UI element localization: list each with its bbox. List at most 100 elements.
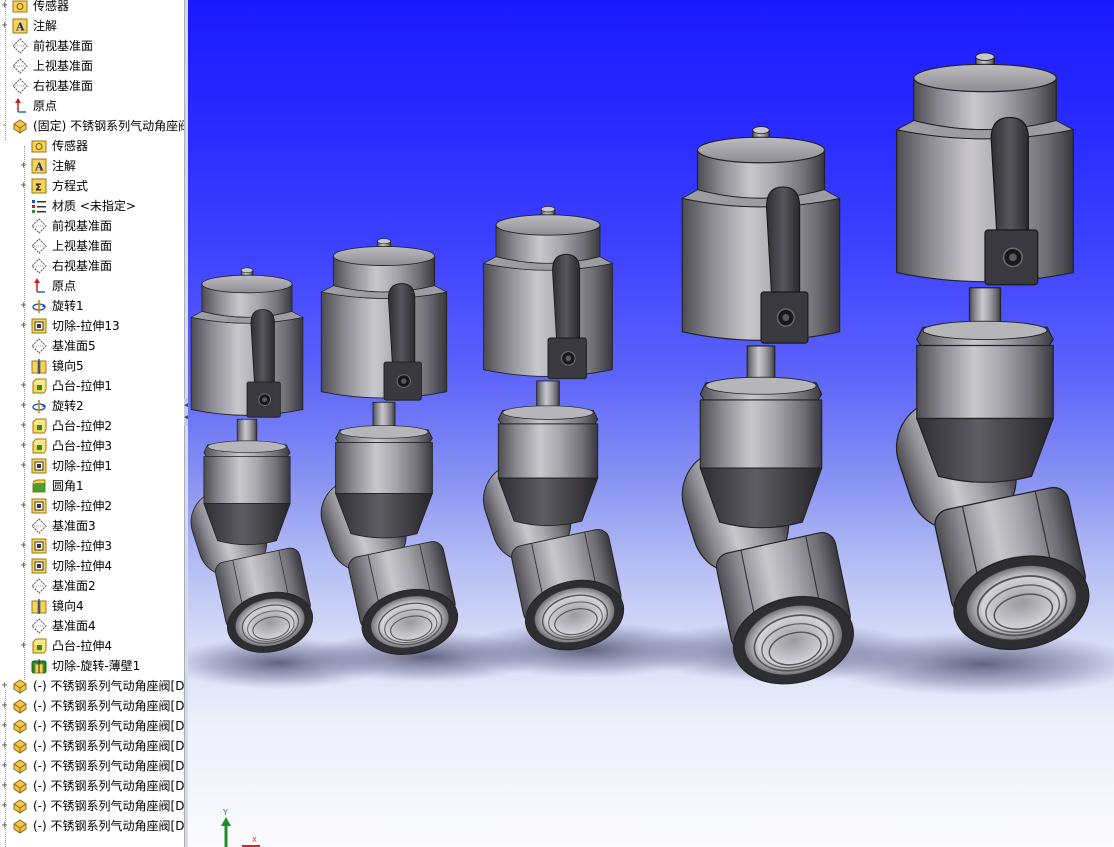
tree-item-label: 上视基准面	[33, 59, 94, 73]
graphics-viewport[interactable]	[188, 0, 1114, 847]
part-icon	[12, 718, 28, 734]
tree-item[interactable]: + A 注解	[0, 16, 184, 36]
plane-icon	[31, 618, 47, 634]
tree-item-label: 切除-拉伸13	[52, 319, 120, 333]
tree-item-label: 右视基准面	[33, 79, 94, 93]
tree-item[interactable]: 基准面3	[0, 516, 184, 536]
tree-item[interactable]: + (-) 不锈钢系列气动角座阀[D	[0, 696, 184, 716]
expand-toggle[interactable]: +	[19, 181, 28, 191]
tree-item[interactable]: 基准面4	[0, 616, 184, 636]
expand-toggle[interactable]: +	[19, 301, 28, 311]
tree-item[interactable]: + 切除-拉伸13	[0, 316, 184, 336]
tree-item[interactable]: 前视基准面	[0, 216, 184, 236]
expand-toggle[interactable]: +	[19, 441, 28, 451]
expand-toggle[interactable]: +	[19, 541, 28, 551]
tree-item[interactable]: + (-) 不锈钢系列气动角座阀[D	[0, 796, 184, 816]
tree-item-label: 切除-拉伸1	[52, 459, 112, 473]
tree-item[interactable]: 基准面5	[0, 336, 184, 356]
tree-item-label: 前视基准面	[33, 39, 94, 53]
tree-item[interactable]: + 切除-拉伸2	[0, 496, 184, 516]
expand-toggle[interactable]: +	[0, 801, 9, 811]
plane-icon	[31, 578, 47, 594]
tree-item-label: (-) 不锈钢系列气动角座阀[D	[33, 719, 184, 733]
tree-item[interactable]: 上视基准面	[0, 56, 184, 76]
expand-toggle[interactable]: +	[19, 401, 28, 411]
tree-item[interactable]: + 传感器	[0, 0, 184, 16]
tree-item[interactable]: + 旋转1	[0, 296, 184, 316]
tree-item[interactable]: 前视基准面	[0, 36, 184, 56]
tree-item-label: 右视基准面	[52, 259, 113, 273]
tree-item[interactable]: + 凸台-拉伸2	[0, 416, 184, 436]
tree-item[interactable]: 镜向5	[0, 356, 184, 376]
expand-toggle[interactable]: +	[19, 421, 28, 431]
tree-item-label: (-) 不锈钢系列气动角座阀[D	[33, 819, 184, 833]
tree-item-label: 圆角1	[52, 479, 84, 493]
tree-item[interactable]: + 旋转2	[0, 396, 184, 416]
expand-toggle[interactable]: +	[19, 501, 28, 511]
expand-toggle[interactable]: +	[19, 321, 28, 331]
expand-toggle[interactable]: +	[0, 741, 9, 751]
tree-item[interactable]: + 凸台-拉伸1	[0, 376, 184, 396]
expand-toggle[interactable]: +	[19, 381, 28, 391]
valve-size-4[interactable]	[669, 125, 863, 696]
tree-item[interactable]: + (-) 不锈钢系列气动角座阀[D	[0, 776, 184, 796]
tree-item[interactable]: + (-) 不锈钢系列气动角座阀[D	[0, 756, 184, 776]
expand-toggle[interactable]: +	[0, 21, 9, 31]
boss-extrude-icon	[31, 638, 47, 654]
expand-toggle[interactable]: +	[0, 681, 9, 691]
tree-item[interactable]: + 凸台-拉伸4	[0, 636, 184, 656]
tree-item[interactable]: 切除-旋转-薄壁1	[0, 656, 184, 676]
tree-item-label: 材质 <未指定>	[52, 199, 136, 213]
tree-item[interactable]: 右视基准面	[0, 76, 184, 96]
cut-extrude-icon	[31, 318, 47, 334]
tree-item[interactable]: 右视基准面	[0, 256, 184, 276]
expand-toggle[interactable]: +	[0, 781, 9, 791]
expand-toggle[interactable]: +	[0, 761, 9, 771]
tree-item-label: 前视基准面	[52, 219, 113, 233]
origin-icon	[31, 278, 47, 294]
expand-toggle[interactable]: +	[19, 561, 28, 571]
expand-toggle[interactable]: +	[19, 161, 28, 171]
tree-item[interactable]: 基准面2	[0, 576, 184, 596]
tree-item[interactable]: 原点	[0, 96, 184, 116]
tree-item[interactable]: + 切除-拉伸4	[0, 556, 184, 576]
tree-item[interactable]: + (-) 不锈钢系列气动角座阀[D	[0, 736, 184, 756]
tree-item-label: 镜向4	[52, 599, 84, 613]
tree-item[interactable]: + (-) 不锈钢系列气动角座阀[D	[0, 816, 184, 836]
tree-item[interactable]: 原点	[0, 276, 184, 296]
expand-toggle[interactable]: +	[0, 821, 9, 831]
tree-item[interactable]: 圆角1	[0, 476, 184, 496]
expand-toggle[interactable]: +	[0, 1, 9, 11]
expand-toggle[interactable]: +	[0, 701, 9, 711]
annotation-icon: A	[31, 158, 47, 174]
valve-size-3[interactable]	[473, 205, 631, 660]
tree-item[interactable]: - (固定) 不锈钢系列气动角座阀	[0, 116, 184, 136]
part-icon	[12, 758, 28, 774]
tree-item[interactable]: + Σ 方程式	[0, 176, 184, 196]
tree-item-label: (-) 不锈钢系列气动角座阀[D	[33, 759, 184, 773]
plane-icon	[31, 218, 47, 234]
tree-item[interactable]: + (-) 不锈钢系列气动角座阀[D	[0, 716, 184, 736]
part-icon	[12, 698, 28, 714]
valve-size-5[interactable]	[882, 51, 1099, 663]
tree-item[interactable]: + 切除-拉伸1	[0, 456, 184, 476]
tree-item[interactable]: 材质 <未指定>	[0, 196, 184, 216]
part-icon	[12, 778, 28, 794]
tree-item[interactable]: + A 注解	[0, 156, 184, 176]
tree-item[interactable]: 上视基准面	[0, 236, 184, 256]
tree-item[interactable]: + 切除-拉伸3	[0, 536, 184, 556]
expand-toggle[interactable]: +	[19, 641, 28, 651]
tree-item[interactable]: + 凸台-拉伸3	[0, 436, 184, 456]
valve-size-2[interactable]	[311, 237, 465, 664]
expand-toggle[interactable]: +	[19, 461, 28, 471]
collapse-toggle[interactable]: -	[0, 121, 9, 131]
tree-item[interactable]: 镜向4	[0, 596, 184, 616]
triad-x-label: X	[252, 836, 257, 844]
tree-item-label: 原点	[52, 279, 77, 293]
tree-item[interactable]: 传感器	[0, 136, 184, 156]
tree-item-label: 基准面4	[52, 619, 96, 633]
plane-icon	[12, 78, 28, 94]
expand-toggle[interactable]: +	[0, 721, 9, 731]
valve-size-1[interactable]	[188, 267, 319, 661]
tree-item[interactable]: + (-) 不锈钢系列气动角座阀[D	[0, 676, 184, 696]
